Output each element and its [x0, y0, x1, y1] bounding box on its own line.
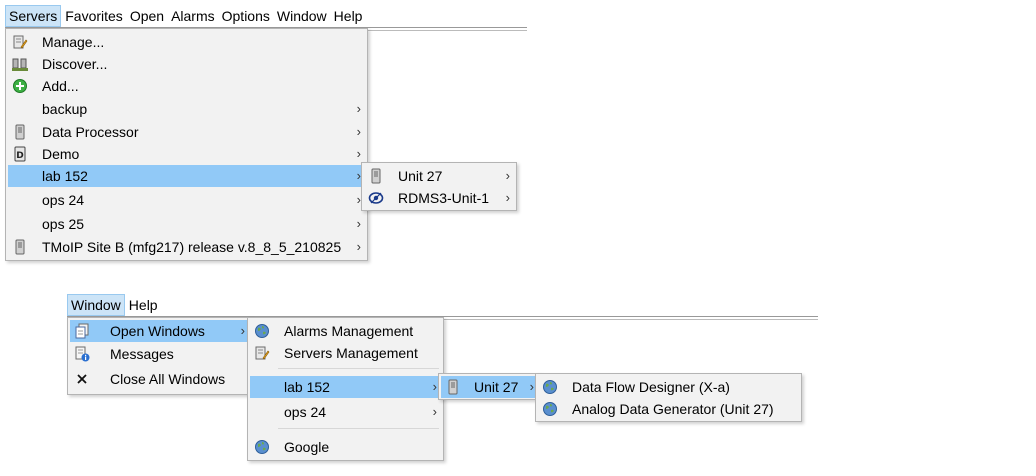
menu-item-lab-152[interactable]: lab 152 › [250, 376, 441, 398]
menu-item-manage[interactable]: Manage... [8, 31, 365, 53]
menubar-help[interactable]: Help [331, 5, 366, 27]
menubar-bottom: Window Help [67, 293, 162, 317]
menu-item-label: Google [284, 439, 330, 455]
menu-item-label: Servers Management [284, 345, 418, 361]
menu-item-open-windows[interactable]: Open Windows › [70, 320, 249, 342]
messages-icon [74, 346, 90, 362]
menu-item-messages[interactable]: Messages [70, 343, 249, 365]
chevron-right-icon: › [432, 379, 437, 394]
open-windows-submenu: Alarms Management Servers Management lab… [247, 317, 444, 461]
lab-152-windows-submenu: Unit 27 › [438, 373, 541, 400]
menu-item-ops-24[interactable]: ops 24 › [8, 189, 365, 211]
menu-item-label: lab 152 [284, 379, 330, 395]
menubar-window[interactable]: Window [274, 5, 330, 27]
menubar-top: Servers Favorites Open Alarms Options Wi… [5, 4, 366, 28]
menu-item-label: ops 24 [42, 192, 85, 208]
lab-152-submenu: Unit 27 › RDMS3-Unit-1 › [361, 162, 517, 211]
menu-item-servers-management[interactable]: Servers Management [250, 342, 441, 364]
globe-icon [542, 401, 558, 417]
demo-icon: D [12, 146, 28, 162]
menu-item-label: TMoIP Site B (mfg217) release v.8_8_5_21… [42, 239, 342, 255]
menu-item-close-all-windows[interactable]: Close All Windows [70, 368, 249, 390]
menu-item-ops-25[interactable]: ops 25 › [8, 213, 365, 235]
windows-icon [74, 323, 90, 339]
menu-item-ops-24[interactable]: ops 24 › [250, 401, 441, 423]
menu-item-add[interactable]: Add... [8, 75, 365, 97]
server-manage-icon [254, 345, 270, 361]
servers-menu: Manage... Discover... Add... backup › Da… [5, 28, 368, 261]
menu-item-google[interactable]: Google [250, 436, 441, 458]
menu-separator [278, 428, 439, 429]
menu-item-label: Analog Data Generator (Unit 27) [572, 401, 774, 417]
menu-item-rdms3-unit-1[interactable]: RDMS3-Unit-1 › [364, 187, 514, 209]
menu-item-label: Discover... [42, 56, 108, 72]
menu-item-label: Add... [42, 78, 79, 94]
menu-item-label: Demo [42, 146, 80, 162]
window-menu: Open Windows › Messages Close All Window… [67, 317, 252, 395]
menu-item-alarms-management[interactable]: Alarms Management [250, 320, 441, 342]
menubar-favorites[interactable]: Favorites [62, 5, 126, 27]
globe-icon [254, 439, 270, 455]
chevron-right-icon: › [529, 379, 534, 394]
menubar-alarms[interactable]: Alarms [168, 5, 218, 27]
chevron-right-icon: › [356, 239, 361, 254]
close-icon [74, 371, 90, 387]
menubar-help[interactable]: Help [126, 294, 161, 316]
menu-item-label: Messages [110, 346, 174, 362]
menu-item-label: ops 25 [42, 216, 85, 232]
menu-item-label: Data Flow Designer (X-a) [572, 379, 730, 395]
menu-item-label: Open Windows [110, 323, 205, 339]
server-icon [445, 379, 461, 395]
menu-item-data-processor[interactable]: Data Processor › [8, 121, 365, 143]
chevron-right-icon: › [356, 216, 361, 231]
menu-item-label: backup [42, 101, 88, 117]
menu-item-label: Alarms Management [284, 323, 414, 339]
server-icon [12, 124, 28, 140]
discover-icon [12, 56, 28, 72]
menu-item-label: RDMS3-Unit-1 [398, 190, 490, 206]
menu-item-unit-27[interactable]: Unit 27 › [441, 376, 538, 398]
menu-item-discover[interactable]: Discover... [8, 53, 365, 75]
chevron-right-icon: › [356, 124, 361, 139]
chevron-right-icon: › [356, 101, 361, 116]
menu-separator [278, 368, 439, 369]
menubar-window[interactable]: Window [67, 294, 125, 316]
server-icon [12, 239, 28, 255]
server-icon [368, 168, 384, 184]
globe-icon [542, 379, 558, 395]
globe-icon [254, 323, 270, 339]
menu-item-demo[interactable]: D Demo › [8, 143, 365, 165]
chevron-right-icon: › [505, 190, 510, 205]
rdms-icon [368, 190, 384, 206]
menu-item-lab-152[interactable]: lab 152 › [8, 165, 365, 187]
menu-item-label: Close All Windows [110, 371, 226, 387]
menu-item-backup[interactable]: backup › [8, 98, 365, 120]
menu-item-label: Unit 27 [474, 379, 519, 395]
menubar-open[interactable]: Open [127, 5, 167, 27]
menubar-servers[interactable]: Servers [5, 5, 62, 27]
unit-27-windows-submenu: Data Flow Designer (X-a) Analog Data Gen… [535, 373, 802, 422]
menu-item-label: lab 152 [42, 168, 88, 184]
server-manage-icon [12, 34, 28, 50]
menu-item-label: ops 24 [284, 404, 327, 420]
menu-item-analog-data-generator[interactable]: Analog Data Generator (Unit 27) [538, 398, 799, 420]
menu-item-data-flow-designer[interactable]: Data Flow Designer (X-a) [538, 376, 799, 398]
chevron-right-icon: › [432, 404, 437, 419]
menubar-options[interactable]: Options [219, 5, 273, 27]
chevron-right-icon: › [240, 323, 245, 338]
add-circle-icon [12, 78, 28, 94]
menu-item-label: Unit 27 [398, 168, 443, 184]
menu-item-tmoip-site-b[interactable]: TMoIP Site B (mfg217) release v.8_8_5_21… [8, 236, 365, 258]
menu-item-label: Manage... [42, 34, 105, 50]
chevron-right-icon: › [505, 168, 510, 183]
menu-item-label: Data Processor [42, 124, 139, 140]
svg-text:D: D [16, 151, 23, 161]
menu-item-unit-27[interactable]: Unit 27 › [364, 165, 514, 187]
